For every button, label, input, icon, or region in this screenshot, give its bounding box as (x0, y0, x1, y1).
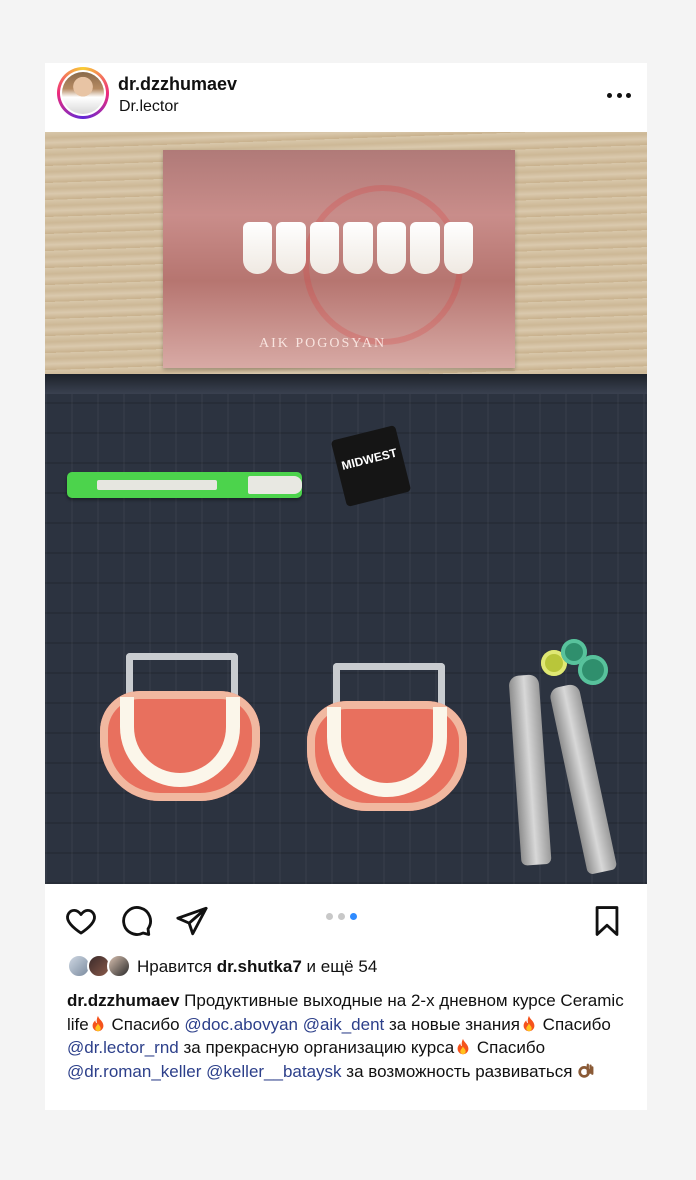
avatar-image (62, 72, 104, 114)
table-edge (45, 374, 647, 394)
post-username[interactable]: dr.dzzhumaev (118, 74, 237, 95)
mention-link[interactable]: @aik_dent (303, 1015, 385, 1034)
instagram-post-card: dr.dzzhumaev Dr.lector AIK POGOSYAN MIDW… (45, 63, 647, 1110)
screenshot-frame: dr.dzzhumaev Dr.lector AIK POGOSYAN MIDW… (0, 0, 696, 1180)
caption-text: Спасибо (537, 1014, 611, 1034)
carousel-dot (326, 913, 333, 920)
bookmark-icon[interactable] (590, 904, 624, 938)
utility-knife (67, 472, 302, 498)
post-header: dr.dzzhumaev Dr.lector (45, 63, 647, 130)
dental-model-left (100, 647, 260, 801)
fire-emoji-icon (457, 1038, 469, 1055)
likes-user[interactable]: dr.shutka7 (217, 957, 302, 976)
likes-row: Нравится dr.shutka7 и ещё 54 (45, 953, 647, 983)
caption-text: за новые знания (384, 1014, 520, 1034)
likes-text[interactable]: Нравится dr.shutka7 и ещё 54 (137, 957, 377, 977)
avatar-border (60, 70, 106, 116)
caption-text: за возможность развиваться (341, 1061, 573, 1081)
dental-model-right (307, 657, 467, 811)
caption-author[interactable]: dr.dzzhumaev (67, 991, 179, 1010)
print-caption: AIK POGOSYAN (259, 336, 387, 351)
liker-avatar[interactable] (107, 954, 131, 978)
likes-prefix: Нравится (137, 957, 217, 976)
mention-link[interactable]: @dr.roman_keller (67, 1062, 201, 1081)
carousel-dot-active (350, 913, 357, 920)
caption-text: Спасибо (472, 1038, 546, 1057)
polishing-disc (578, 655, 608, 685)
likes-count: и ещё 54 (301, 957, 378, 976)
carousel-indicator (326, 913, 357, 920)
knife-tip (248, 476, 302, 494)
ok-hand-emoji-icon (578, 1063, 594, 1078)
more-options-icon[interactable] (607, 91, 631, 99)
caption-text: за прекрасную организацию курса (178, 1038, 455, 1057)
comment-icon[interactable] (119, 904, 153, 938)
share-icon[interactable] (175, 904, 209, 938)
knife-slot (97, 480, 217, 490)
carousel-dot (338, 913, 345, 920)
more-dot (626, 92, 631, 98)
avatar[interactable] (57, 67, 109, 119)
more-dot (607, 92, 612, 98)
mention-link[interactable]: @doc.abovyan (184, 1015, 298, 1034)
post-photo[interactable]: AIK POGOSYAN MIDWEST (45, 132, 647, 884)
fire-emoji-icon (523, 1015, 535, 1031)
fire-emoji-icon (92, 1015, 104, 1031)
mention-link[interactable]: @keller__bataysk (206, 1062, 341, 1081)
heart-icon[interactable] (64, 904, 98, 938)
caption-text: Спасибо (106, 1014, 185, 1034)
post-caption: dr.dzzhumaev Продуктивные выходные на 2-… (67, 989, 635, 1083)
more-dot (616, 92, 622, 98)
mention-link[interactable]: @dr.lector_rnd (67, 1038, 179, 1057)
teeth-row (243, 222, 473, 274)
smile-print: AIK POGOSYAN (163, 150, 515, 368)
post-actions (45, 884, 647, 954)
post-subtitle[interactable]: Dr.lector (119, 98, 179, 116)
